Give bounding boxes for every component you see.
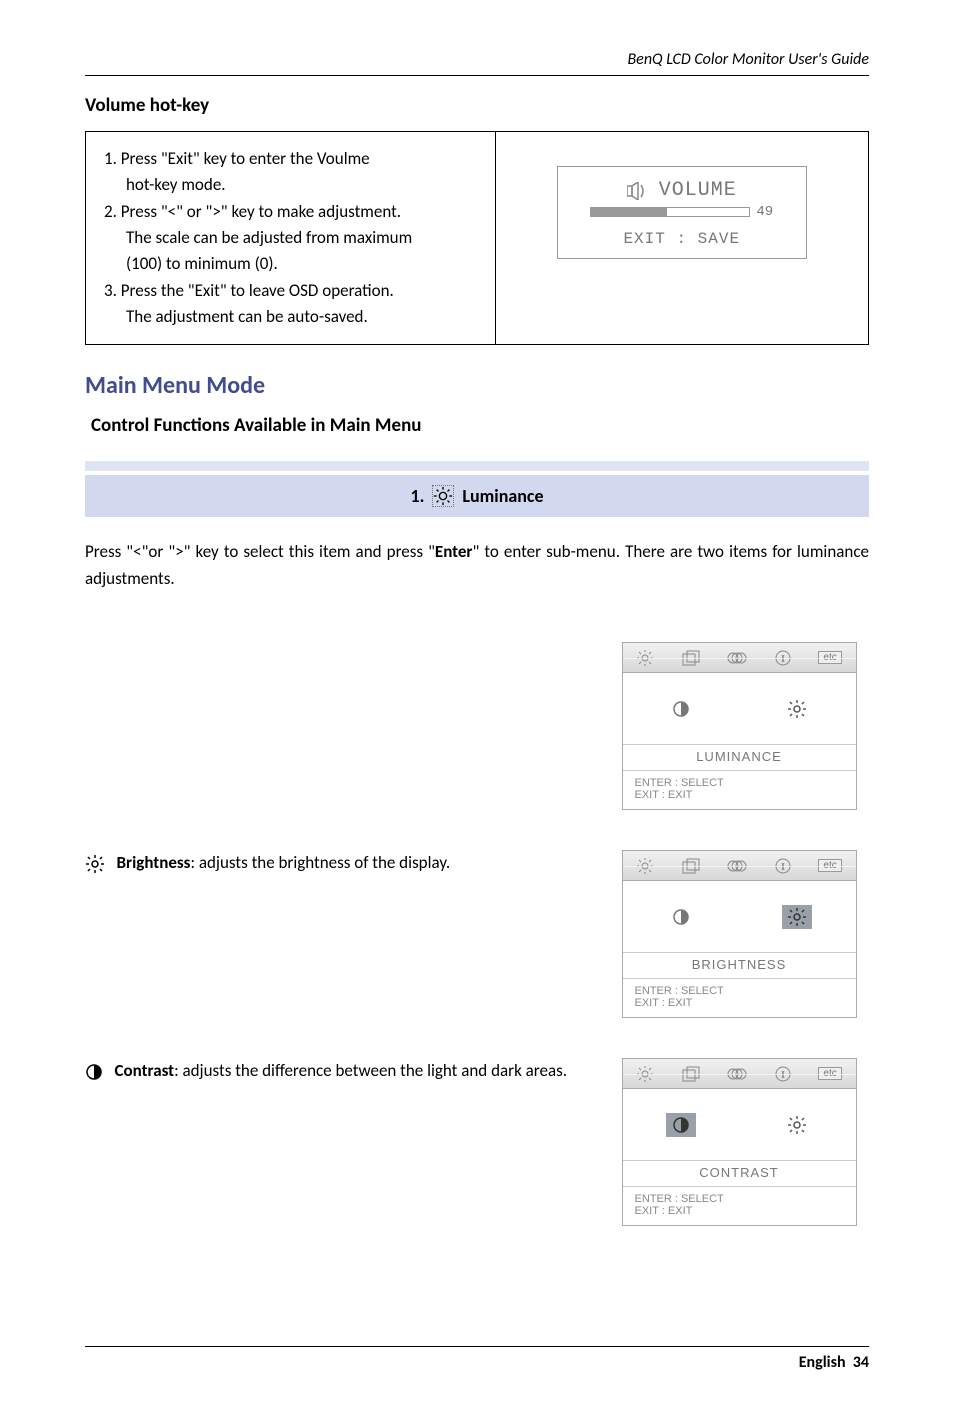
color-icon: [727, 859, 747, 873]
step-3-line: The adjustment can be auto-saved.: [104, 304, 477, 330]
contrast-icon: [85, 1063, 103, 1081]
osd-volume-exit: EXIT : SAVE: [566, 230, 798, 248]
info-icon: I: [775, 650, 791, 666]
etc-label: etc: [818, 651, 841, 664]
step-1-line: 1. Press "Exit" key to enter the Voulme: [104, 146, 477, 172]
contrast-icon-selected: [666, 1113, 696, 1137]
brightness-icon: [636, 857, 654, 875]
main-menu-mode-title: Main Menu Mode: [85, 371, 869, 400]
main-menu-subtitle: Control Functions Available in Main Menu: [85, 414, 869, 437]
speaker-icon: [627, 182, 649, 200]
volume-value: 49: [756, 204, 773, 220]
step-2-line: (100) to minimum (0).: [104, 251, 477, 277]
volume-box: 1. Press "Exit" key to enter the Voulme …: [85, 131, 869, 345]
step-3-line: 3. Press the "Exit" to leave OSD operati…: [104, 278, 477, 304]
info-icon: I: [775, 1066, 791, 1082]
luminance-body-text: Press "<"or ">" key to select this item …: [85, 539, 869, 592]
footer-lang: English: [799, 1353, 846, 1372]
geometry-icon: [682, 650, 700, 666]
osd-brightness: I etc BRIGHTNESS ENTER : SELECT EXIT : E…: [622, 850, 857, 1018]
svg-text:I: I: [781, 862, 785, 873]
contrast-icon: [666, 697, 696, 721]
contrast-bold: Contrast: [115, 1060, 175, 1081]
step-1-line: hot-key mode.: [104, 172, 477, 198]
brightness-icon: [782, 1113, 812, 1137]
brightness-icon: [782, 697, 812, 721]
contrast-description: Contrast: adjusts the difference between…: [85, 1058, 609, 1084]
brightness-icon: [432, 485, 454, 507]
etc-label: etc: [818, 859, 841, 872]
volume-instructions: 1. Press "Exit" key to enter the Voulme …: [86, 132, 496, 344]
osd-hint: ENTER : SELECT EXIT : EXIT: [623, 979, 856, 1017]
etc-label: etc: [818, 1067, 841, 1080]
color-icon: [727, 651, 747, 665]
color-icon: [727, 1067, 747, 1081]
geometry-icon: [682, 1066, 700, 1082]
contrast-icon: [666, 905, 696, 929]
text-fragment: Press "<"or ">" key to select this item …: [85, 541, 435, 562]
brightness-icon: [636, 1065, 654, 1083]
svg-text:I: I: [781, 654, 785, 665]
page-footer: English 34: [85, 1346, 869, 1372]
tab-label: Luminance: [462, 485, 543, 507]
info-icon: I: [775, 858, 791, 874]
brightness-icon-selected: [782, 905, 812, 929]
brightness-description: Brightness: adjusts the brightness of th…: [85, 850, 609, 876]
brightness-bold: Brightness: [117, 852, 191, 873]
svg-text:I: I: [781, 1070, 785, 1081]
brightness-icon: [85, 854, 105, 874]
luminance-tab-bar: 1. Luminance: [85, 461, 869, 517]
osd-hint: ENTER : SELECT EXIT : EXIT: [623, 1187, 856, 1225]
osd-label: CONTRAST: [623, 1161, 856, 1187]
step-2-line: The scale can be adjusted from maximum: [104, 225, 477, 251]
osd-luminance: I etc LUMINANCE ENTER : SELECT EXIT : EX…: [622, 642, 857, 810]
osd-volume: VOLUME 49 EXIT : SAVE: [557, 166, 807, 259]
tab-number: 1.: [410, 485, 424, 507]
volume-bar: [590, 207, 750, 217]
volume-osd-panel: VOLUME 49 EXIT : SAVE: [496, 132, 869, 344]
brightness-icon: [636, 649, 654, 667]
text-fragment: : adjusts the brightness of the display.: [190, 852, 450, 873]
geometry-icon: [682, 858, 700, 874]
osd-label: BRIGHTNESS: [623, 953, 856, 979]
osd-volume-title: VOLUME: [659, 179, 737, 202]
step-2-line: 2. Press "<" or ">" key to make adjustme…: [104, 199, 477, 225]
osd-hint: ENTER : SELECT EXIT : EXIT: [623, 771, 856, 809]
volume-hotkey-title: Volume hot-key: [85, 94, 869, 117]
osd-contrast: I etc CONTRAST ENTER : SELECT EXIT : EXI…: [622, 1058, 857, 1226]
enter-bold: Enter: [435, 541, 473, 562]
text-fragment: : adjusts the difference between the lig…: [174, 1060, 567, 1081]
footer-page: 34: [853, 1353, 869, 1372]
osd-label: LUMINANCE: [623, 745, 856, 771]
page-header: BenQ LCD Color Monitor User's Guide: [85, 50, 869, 76]
